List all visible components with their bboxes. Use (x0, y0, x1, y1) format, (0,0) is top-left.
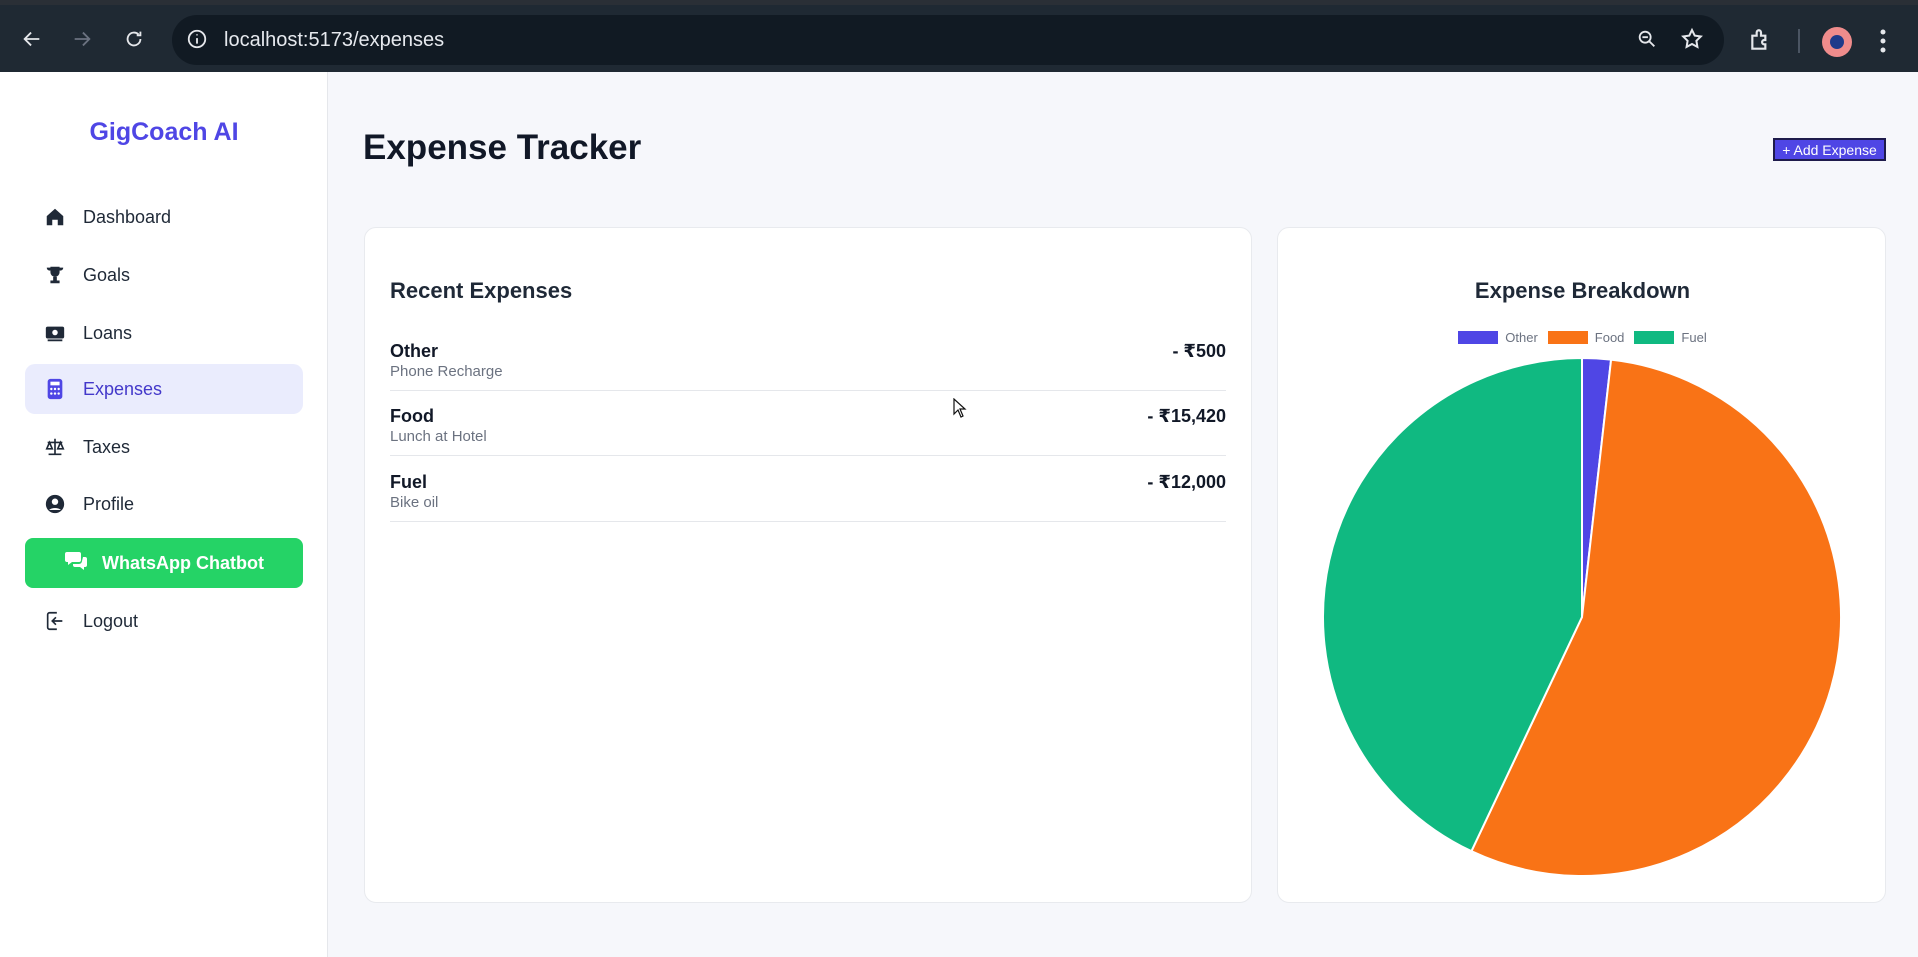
expense-amount: - ₹15,420 (1147, 406, 1226, 426)
expense-row[interactable]: Fuel Bike oil - ₹12,000 (390, 456, 1226, 522)
sidebar: GigCoach AI Dashboard Goals Loans Expens… (0, 72, 328, 957)
bookmark-star-icon[interactable] (1680, 27, 1704, 56)
whatsapp-chatbot-button[interactable]: WhatsApp Chatbot (25, 538, 303, 588)
reload-icon[interactable] (120, 25, 148, 53)
sidebar-item-goals[interactable]: Goals (25, 250, 303, 300)
toolbar-divider (1798, 29, 1800, 53)
add-expense-button[interactable]: + Add Expense (1773, 138, 1886, 161)
money-icon (43, 321, 67, 345)
browser-menu-icon[interactable] (1878, 27, 1888, 60)
sidebar-item-label: Goals (83, 264, 131, 285)
expense-category: Other (390, 341, 439, 361)
address-bar[interactable]: localhost:5173/expenses (172, 15, 1724, 65)
trophy-icon (43, 263, 67, 287)
expense-amount: - ₹500 (1172, 341, 1226, 361)
sidebar-item-label: Taxes (83, 436, 131, 457)
sidebar-item-label: Loans (83, 322, 133, 343)
expense-category: Fuel (390, 472, 428, 492)
expense-row[interactable]: Food Lunch at Hotel - ₹15,420 (390, 390, 1226, 456)
browser-toolbar: localhost:5173/expenses (0, 0, 1918, 72)
calculator-icon (43, 377, 67, 401)
sidebar-item-label: Dashboard (83, 206, 172, 227)
expense-description: Lunch at Hotel (390, 428, 487, 445)
expense-row[interactable]: Other Phone Recharge - ₹500 (390, 325, 1226, 391)
home-icon (43, 205, 67, 229)
user-circle-icon (43, 492, 67, 516)
sidebar-item-label: Logout (83, 610, 139, 631)
whatsapp-chatbot-label: WhatsApp Chatbot (102, 552, 264, 573)
sidebar-item-loans[interactable]: Loans (25, 308, 303, 358)
expense-breakdown-card: Expense Breakdown Other Food Fuel (1277, 227, 1886, 903)
back-icon[interactable] (18, 25, 46, 53)
sidebar-item-expenses[interactable]: Expenses (25, 364, 303, 414)
forward-icon[interactable] (68, 25, 96, 53)
mouse-cursor-icon (953, 397, 967, 423)
extensions-icon[interactable] (1748, 27, 1774, 58)
sidebar-item-label: Expenses (83, 378, 163, 399)
sidebar-item-dashboard[interactable]: Dashboard (25, 192, 303, 242)
sidebar-item-label: Profile (83, 493, 135, 514)
chat-bubbles-icon (64, 550, 88, 577)
recent-expenses-title: Recent Expenses (390, 278, 573, 303)
sidebar-item-profile[interactable]: Profile (25, 479, 303, 529)
pie-chart (1322, 356, 1842, 877)
brand-logo[interactable]: GigCoach AI (0, 118, 328, 147)
profile-avatar[interactable] (1822, 27, 1852, 57)
expense-description: Bike oil (390, 494, 439, 511)
url-text: localhost:5173/expenses (224, 29, 445, 51)
expense-amount: - ₹12,000 (1147, 472, 1226, 492)
sidebar-item-logout[interactable]: Logout (25, 596, 303, 646)
zoom-icon[interactable] (1636, 28, 1658, 55)
logout-icon (43, 609, 67, 633)
sidebar-item-taxes[interactable]: Taxes (25, 422, 303, 472)
recent-expenses-card: Recent Expenses Other Phone Recharge - ₹… (364, 227, 1252, 903)
scale-icon (43, 435, 67, 459)
expense-category: Food (390, 406, 434, 426)
expense-description: Phone Recharge (390, 363, 503, 380)
site-info-icon[interactable] (186, 28, 208, 55)
page-title: Expense Tracker (363, 128, 642, 167)
